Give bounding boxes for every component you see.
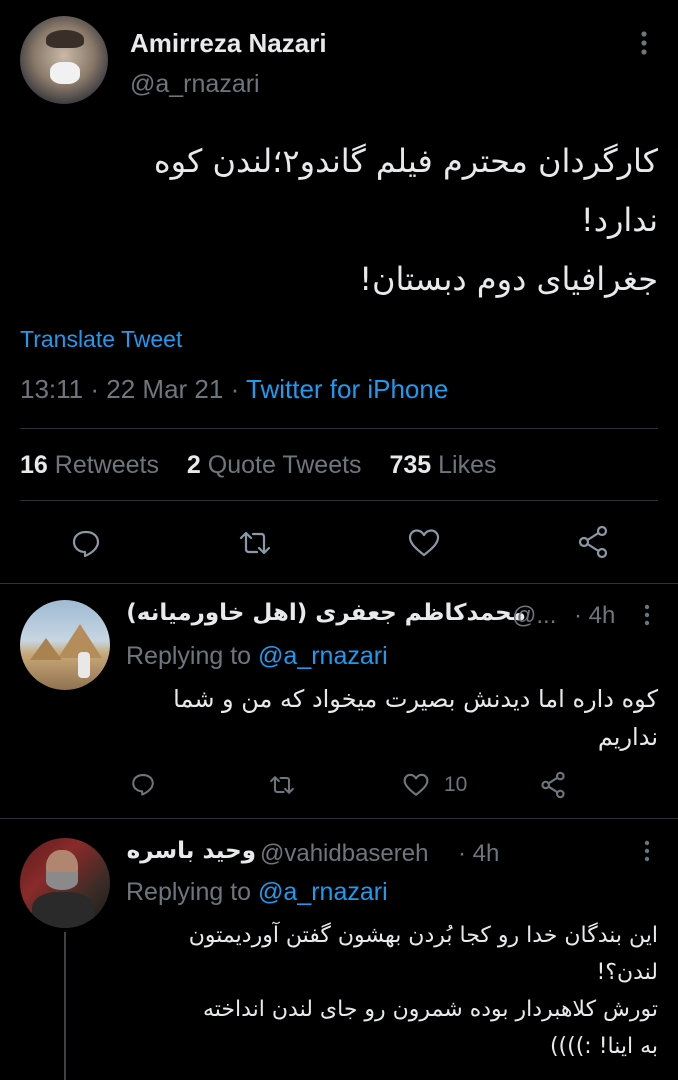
face-mask-shape (50, 62, 80, 84)
body-shape (32, 892, 94, 928)
reply-text-line: این بندگان خدا رو کجا بُردن بهشون گفتن آ… (188, 923, 658, 948)
hair-shape (46, 30, 84, 48)
reply-share-icon[interactable] (540, 771, 566, 799)
person-shape (78, 652, 90, 678)
reply-retweet-icon[interactable] (268, 772, 296, 798)
divider (0, 583, 678, 584)
reply-header: وحید باسره @vahidbasereh · 4h (126, 838, 656, 872)
translate-tweet-link[interactable]: Translate Tweet (20, 326, 182, 353)
tweet-date: 22 Mar 21 (106, 374, 224, 404)
tweet-time: 13:11 (20, 374, 84, 404)
retweets-label: Retweets (54, 451, 159, 479)
like-icon[interactable] (407, 527, 441, 559)
reply-like-icon[interactable] (402, 772, 430, 798)
author-avatar[interactable] (20, 16, 108, 104)
meta-separator: · (90, 374, 107, 404)
tweet-meta: 13:11 · 22 Mar 21 · Twitter for iPhone (20, 374, 448, 405)
tweet-stats: 16 Retweets 2 Quote Tweets 735 Likes (20, 451, 497, 480)
reply-like-count: 10 (444, 773, 468, 796)
retweets-stat[interactable]: 16 Retweets (20, 451, 166, 479)
reply-more-icon[interactable] (640, 840, 654, 862)
quote-tweets-label: Quote Tweets (207, 451, 362, 479)
author-handle[interactable]: @a_rnazari (130, 70, 260, 99)
reply-author-name[interactable]: محمدکاظم جعفری (اهل خاورمیانه) (126, 600, 526, 626)
reply-text-line: لندن؟! (596, 960, 658, 985)
reply-text-line: کوه داره اما دیدنش بصیرت میخواد که من و … (173, 685, 658, 713)
retweets-count: 16 (20, 451, 48, 479)
tweet-text-line: کارگردان محترم فیلم گاندو۲؛لندن کوه (153, 142, 658, 180)
reply-age-value: 4h (472, 840, 500, 867)
replying-to-label: Replying to (126, 642, 252, 670)
tweet-source-link[interactable]: Twitter for iPhone (246, 374, 448, 404)
reply-icon[interactable] (70, 527, 102, 559)
more-options-icon[interactable] (636, 30, 652, 56)
reply-age-value: 4h (588, 602, 616, 629)
likes-count: 735 (389, 451, 432, 479)
replying-to-handle[interactable]: @a_rnazari (258, 642, 388, 670)
reply-text: کوه داره اما دیدنش بصیرت میخواد که من و … (126, 680, 658, 756)
reply-age: · 4h (458, 840, 500, 867)
quote-tweets-count: 2 (186, 451, 201, 479)
tweet-text-line: جغرافیای دوم دبستان! (359, 260, 658, 298)
divider (0, 818, 678, 819)
meta-separator: · (230, 374, 246, 404)
divider (20, 500, 658, 501)
share-icon[interactable] (577, 525, 609, 559)
replying-to-handle[interactable]: @a_rnazari (258, 878, 388, 906)
replying-to: Replying to @a_rnazari (126, 878, 388, 907)
reply-text-line: به اینا! :)))) (549, 1034, 658, 1059)
author-name[interactable]: Amirreza Nazari (130, 28, 327, 59)
beard-shape (46, 872, 78, 890)
reply-author-name[interactable]: وحید باسره (127, 838, 256, 864)
reply-text-line: تورش کلاهبردار بوده شمرون رو جای لندن ان… (202, 997, 658, 1022)
replying-to-label: Replying to (126, 878, 252, 906)
reply-text: این بندگان خدا رو کجا بُردن بهشون گفتن آ… (126, 917, 658, 1065)
pyramid-shape (30, 638, 62, 660)
reply-age: · 4h (574, 602, 616, 629)
reply-header: محمدکاظم جعفری (اهل خاورمیانه) @... · 4h (126, 600, 656, 634)
reply-text-line: نداریم (597, 723, 658, 751)
reply-avatar[interactable] (20, 600, 110, 690)
tweet-text: کارگردان محترم فیلم گاندو۲؛لندن کوه ندار… (18, 132, 658, 309)
quote-tweets-stat[interactable]: 2 Quote Tweets (187, 451, 369, 479)
replying-to: Replying to @a_rnazari (126, 642, 388, 671)
reply-author-handle[interactable]: @... (512, 602, 556, 630)
reply-author-handle[interactable]: @vahidbasereh (260, 840, 428, 868)
reply-avatar[interactable] (20, 838, 110, 928)
reply-thread-line (64, 932, 66, 1080)
likes-stat[interactable]: 735 Likes (389, 451, 496, 479)
tweet-text-line: ندارد! (580, 201, 658, 239)
reply-more-icon[interactable] (640, 604, 654, 626)
divider (20, 428, 658, 429)
retweet-icon[interactable] (237, 527, 273, 559)
likes-label: Likes (438, 451, 497, 479)
reply-reply-icon[interactable] (130, 771, 156, 797)
